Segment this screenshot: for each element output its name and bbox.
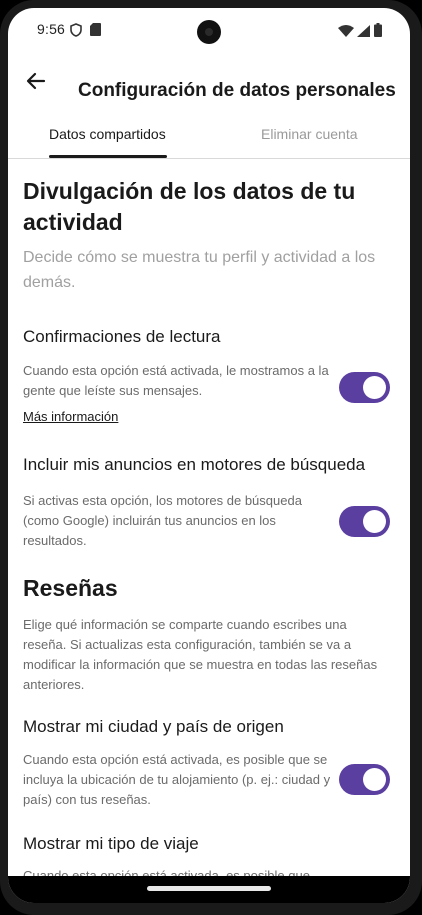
toggle-knob (363, 376, 386, 399)
active-tab-indicator (49, 155, 167, 158)
setting-title-trip-type: Mostrar mi tipo de viaje (23, 834, 199, 853)
app-bar: Configuración de datos personales (8, 56, 410, 110)
tab-datos-compartidos[interactable]: Datos compartidos (49, 126, 166, 142)
status-bar: 9:56 (8, 8, 410, 52)
section-subtitle: Decide cómo se muestra tu perfil y activ… (23, 249, 376, 291)
sd-card-icon (90, 23, 101, 41)
battery-icon (374, 23, 382, 42)
reviews-description: Elige qué información se comparte cuando… (23, 617, 378, 692)
home-indicator[interactable] (147, 886, 271, 891)
setting-desc-search-engines: Si activas esta opción, los motores de b… (23, 493, 302, 548)
front-camera (197, 20, 221, 44)
phone-frame: 9:56 Configuración de datos personales D… (0, 0, 422, 915)
tab-eliminar-cuenta[interactable]: Eliminar cuenta (261, 126, 358, 142)
setting-title-search-engines: Incluir mis anuncios en motores de búsqu… (23, 455, 366, 474)
toggle-knob (363, 510, 386, 533)
setting-desc-city-country: Cuando esta opción está activada, es pos… (23, 752, 331, 807)
back-arrow-icon (26, 71, 46, 96)
setting-desc-read-receipts: Cuando esta opción está activada, le mos… (23, 363, 329, 398)
section-heading-activity: Divulgación de los datos de tu actividad (23, 178, 356, 235)
navigation-bar (8, 876, 410, 903)
wifi-icon (338, 24, 354, 42)
page-title: Configuración de datos personales (78, 80, 396, 101)
screen: 9:56 Configuración de datos personales D… (8, 8, 410, 903)
settings-content[interactable]: Divulgación de los datos de tu actividad… (8, 159, 410, 879)
status-time: 9:56 (37, 21, 66, 37)
setting-title-city-country: Mostrar mi ciudad y país de origen (23, 717, 284, 736)
section-heading-reviews: Reseñas (23, 575, 118, 601)
search-engines-toggle[interactable] (339, 506, 390, 537)
toggle-knob (363, 768, 386, 791)
setting-title-read-receipts: Confirmaciones de lectura (23, 327, 221, 346)
back-button[interactable] (22, 69, 50, 97)
signal-icon (357, 24, 370, 42)
tab-bar: Datos compartidos Eliminar cuenta (8, 112, 410, 159)
read-receipts-toggle[interactable] (339, 372, 390, 403)
more-info-link[interactable]: Más información (23, 409, 118, 424)
city-country-toggle[interactable] (339, 764, 390, 795)
shield-icon (70, 23, 82, 42)
